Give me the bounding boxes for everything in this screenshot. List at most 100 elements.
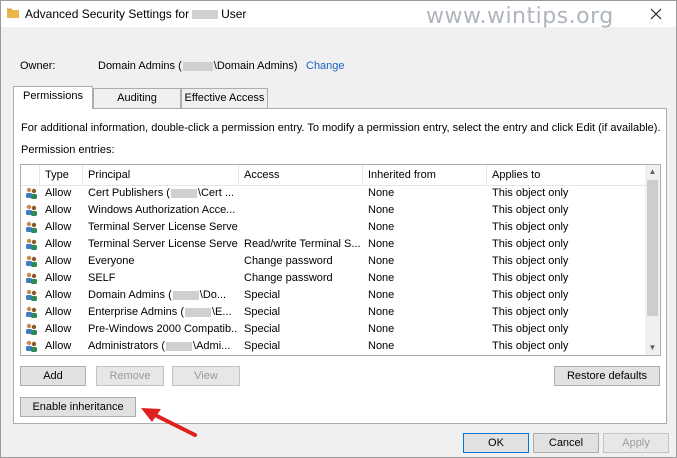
redacted-domain	[166, 341, 193, 351]
inherited-from-cell: None	[368, 255, 395, 267]
inherited-from-cell: None	[368, 221, 395, 233]
view-button[interactable]: View	[172, 366, 240, 386]
enable-inheritance-button[interactable]: Enable inheritance	[20, 397, 136, 417]
column-header-applies-to[interactable]: Applies to	[487, 165, 645, 185]
users-icon	[25, 255, 38, 268]
apply-button[interactable]: Apply	[603, 433, 669, 453]
table-row[interactable]: Allow Terminal Server License Serve... Rea…	[21, 236, 645, 253]
users-icon	[25, 289, 38, 302]
applies-to-cell: This object only	[492, 204, 569, 216]
inherited-from-cell: None	[368, 204, 395, 216]
permission-entries-list[interactable]: Type Principal Access Inherited from App…	[20, 164, 661, 356]
access-cell	[244, 185, 362, 202]
type-cell: Allow	[45, 187, 72, 199]
red-arrow-annotation	[141, 408, 197, 437]
ok-button[interactable]: OK	[463, 433, 529, 453]
principal-text: Everyone	[88, 255, 135, 267]
table-row[interactable]: Allow Pre-Windows 2000 Compatib... Special…	[21, 321, 645, 338]
scroll-down-icon[interactable]: ▼	[645, 341, 660, 355]
table-row[interactable]: Allow Terminal Server License Serve... Non…	[21, 219, 645, 236]
table-row[interactable]: Allow Windows Authorization Acce... None Th…	[21, 202, 645, 219]
title-bar: Advanced Security Settings for User www.w…	[1, 1, 676, 29]
applies-to-cell: This object only	[492, 323, 569, 335]
vertical-scrollbar[interactable]: ▲ ▼	[645, 165, 660, 355]
tab-permissions[interactable]: Permissions	[13, 86, 93, 109]
principal-text: SELF	[88, 272, 116, 284]
info-text: For additional information, double-click…	[21, 122, 661, 134]
principal-text: Enterprise Admins (	[88, 306, 184, 318]
window-title-suffix: User	[221, 7, 247, 21]
applies-to-cell: This object only	[492, 340, 569, 352]
column-header-inherited-from[interactable]: Inherited from	[363, 165, 487, 185]
permissions-panel: For additional information, double-click…	[13, 108, 667, 424]
table-row[interactable]: Allow SELF Change password None This object …	[21, 270, 645, 287]
type-cell: Allow	[45, 255, 72, 267]
table-row[interactable]: Allow Everyone Change password None This obj…	[21, 253, 645, 270]
principal-cell: Pre-Windows 2000 Compatib...	[88, 321, 238, 338]
principal-text: Cert Publishers (	[88, 187, 170, 199]
remove-button[interactable]: Remove	[96, 366, 164, 386]
principal-cell: Enterprise Admins (\E...	[88, 304, 238, 321]
restore-defaults-button[interactable]: Restore defaults	[554, 366, 660, 386]
users-icon	[25, 340, 38, 353]
column-header-icon	[21, 165, 40, 185]
owner-value-prefix: Domain Admins (	[98, 60, 182, 72]
table-row[interactable]: Allow Cert Publishers (\Cert ... None This …	[21, 185, 645, 202]
access-cell: Special	[244, 289, 281, 301]
column-header-principal[interactable]: Principal	[83, 165, 239, 185]
close-icon[interactable]	[649, 7, 663, 21]
table-row[interactable]: Allow Administrators (\Admi... Special None…	[21, 338, 645, 355]
inherited-from-cell: None	[368, 306, 395, 318]
access-cell: Special	[244, 340, 281, 352]
principal-text: Pre-Windows 2000 Compatib...	[88, 323, 238, 335]
type-cell: Allow	[45, 221, 72, 233]
applies-to-cell: This object only	[492, 187, 569, 199]
principal-suffix: \Admi...	[193, 340, 231, 352]
users-icon	[25, 221, 38, 234]
column-header-type[interactable]: Type	[40, 165, 83, 185]
access-cell: Change password	[244, 272, 333, 284]
principal-cell: Cert Publishers ( \Cert ...	[88, 185, 238, 202]
principal-cell: Terminal Server License Serve...	[88, 219, 238, 236]
users-icon	[25, 187, 38, 200]
principal-text: Terminal Server License Serve...	[88, 221, 238, 233]
scroll-thumb[interactable]	[647, 180, 658, 316]
applies-to-cell: This object only	[492, 221, 569, 233]
principal-text: Domain Admins (	[88, 289, 172, 301]
access-cell	[244, 219, 362, 236]
cancel-button[interactable]: Cancel	[533, 433, 599, 453]
table-row[interactable]: Allow Domain Admins (\Do... Special None Thi…	[21, 287, 645, 304]
window-title-prefix: Advanced Security Settings for	[25, 7, 190, 21]
inherited-from-cell: None	[368, 340, 395, 352]
applies-to-cell: This object only	[492, 289, 569, 301]
principal-cell: SELF	[88, 270, 238, 287]
table-row[interactable]: Allow Enterprise Admins (\E... Special None…	[21, 304, 645, 321]
type-cell: Allow	[45, 306, 72, 318]
users-icon	[25, 272, 38, 285]
principal-cell: Terminal Server License Serve...	[88, 236, 238, 253]
redacted-domain	[182, 61, 213, 71]
change-owner-link[interactable]: Change	[306, 60, 345, 72]
users-icon	[25, 204, 38, 217]
type-cell: Allow	[45, 272, 72, 284]
redacted-domain	[184, 307, 211, 317]
redacted-domain	[192, 10, 219, 20]
principal-text: Terminal Server License Serve...	[88, 238, 238, 250]
inherited-from-cell: None	[368, 289, 395, 301]
type-cell: Allow	[45, 204, 72, 216]
applies-to-cell: This object only	[492, 255, 569, 267]
tab-auditing[interactable]: Auditing	[93, 88, 181, 108]
watermark: www.wintips.org	[426, 4, 614, 29]
tab-effective-access[interactable]: Effective Access	[181, 88, 268, 108]
column-header-access[interactable]: Access	[239, 165, 363, 185]
access-cell	[244, 202, 362, 219]
principal-text: Windows Authorization Acce...	[88, 204, 236, 216]
scroll-up-icon[interactable]: ▲	[645, 165, 660, 179]
folder-icon	[7, 8, 19, 18]
users-icon	[25, 323, 38, 336]
principal-cell: Windows Authorization Acce...	[88, 202, 238, 219]
principal-suffix: \Cert ...	[197, 187, 234, 199]
type-cell: Allow	[45, 289, 72, 301]
window-title: Advanced Security Settings for User	[25, 7, 246, 21]
add-button[interactable]: Add	[20, 366, 86, 386]
